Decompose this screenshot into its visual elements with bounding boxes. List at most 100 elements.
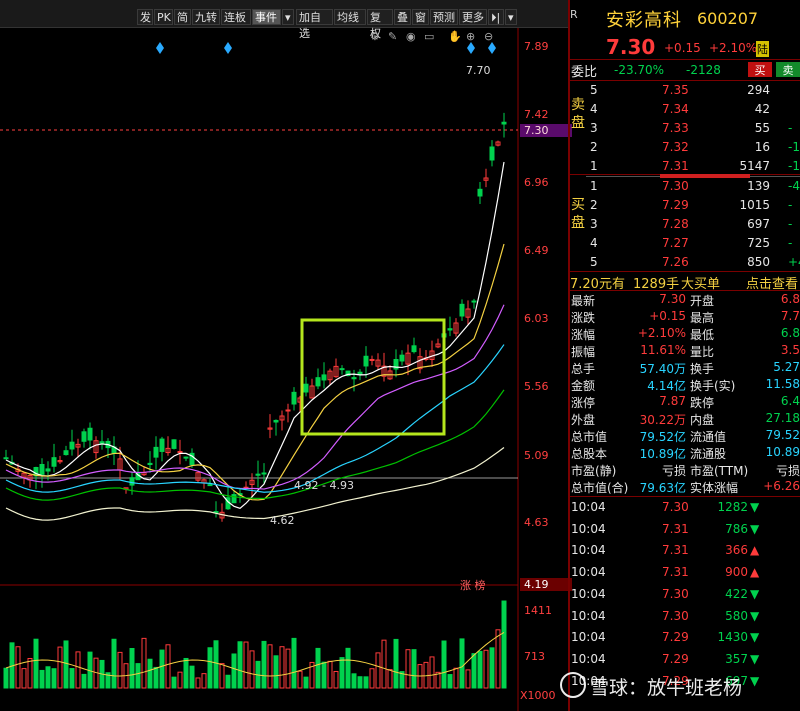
trade-price: 7.31: [662, 521, 689, 536]
candle-body: [231, 494, 237, 504]
volume-bar: [231, 653, 237, 689]
trade-row: 10:04 7.30 1282 ▼: [570, 497, 800, 518]
stat-row: 振幅 11.61% 量比 3.5: [570, 342, 800, 359]
toolbar-button-10[interactable]: 叠: [394, 9, 411, 25]
toolbar-button-0[interactable]: 发: [137, 9, 153, 25]
stat-row: 金额 4.14亿 换手(实) 11.58: [570, 376, 800, 393]
volume-bar: [225, 674, 231, 689]
volume-bar: [69, 668, 75, 689]
volume-bar: [3, 667, 9, 689]
volume-bar: [387, 669, 393, 689]
stat-key: 涨停: [571, 396, 596, 410]
stat-key: 市盈(静): [571, 464, 617, 478]
toolbar-button-7[interactable]: 加自选: [296, 9, 333, 40]
ma250-line: [5, 446, 505, 521]
volume-bar: [369, 668, 375, 689]
kline-chart[interactable]: [0, 28, 568, 711]
big-order-row[interactable]: 7.20元有 1289手 大买单 点击查看: [570, 273, 800, 292]
sell-level-row[interactable]: 3 7.33 55 -: [570, 120, 800, 137]
toolbar-button-14[interactable]: ⏵|: [488, 9, 504, 25]
event-marker: [156, 42, 164, 54]
buy-level-row[interactable]: 1 7.30 139 -4: [570, 178, 800, 195]
toolbar-button-9[interactable]: 复权: [367, 9, 393, 40]
volume-bar: [279, 646, 285, 689]
trade-volume: 1430: [717, 630, 748, 645]
buy-level-row[interactable]: 5 7.26 850 +4: [570, 254, 800, 271]
volume-bar: [303, 676, 309, 689]
candle-body: [183, 456, 189, 459]
volume-bar: [51, 668, 57, 689]
arrow-down-icon: ▼: [750, 651, 760, 666]
sell-button[interactable]: 卖: [776, 62, 800, 77]
buy-chg: -4: [788, 179, 800, 193]
stat-value: 10.89: [765, 445, 800, 459]
candle-body: [273, 419, 279, 423]
trade-time: 10:04: [571, 543, 606, 558]
toolbar-button-13[interactable]: 更多: [459, 9, 487, 25]
toolbar-button-4[interactable]: 连板: [221, 9, 251, 25]
zoom-in-icon[interactable]: ⊕: [466, 30, 475, 43]
volume-bar: [315, 647, 321, 689]
stat-key: 外盘: [571, 413, 596, 427]
volume-bar: [15, 646, 21, 689]
trade-price: 7.29: [662, 651, 689, 666]
sell-level-row[interactable]: 1 7.31 5147 -1: [570, 158, 800, 175]
sell-level-row[interactable]: 4 7.34 42: [570, 101, 800, 118]
buy-vol: 850: [747, 255, 770, 269]
stat-key: 金额: [571, 379, 596, 393]
stat-key: 市盈(TTM): [690, 464, 749, 478]
volume-bar: [243, 641, 249, 689]
toolbar-button-5[interactable]: 事件: [252, 9, 281, 25]
price-axis-label: 4.63: [524, 516, 549, 529]
toolbar-button-2[interactable]: 简: [174, 9, 191, 25]
stat-value: 6.8: [780, 326, 800, 340]
stat-value: 11.61%: [640, 343, 686, 357]
buy-button[interactable]: 买: [748, 62, 772, 77]
stat-row: 总市值 79.52亿 流通值 79.52: [570, 427, 800, 444]
candle-body: [291, 391, 297, 405]
arrow-up-icon: ▲: [750, 543, 760, 558]
sell-price: 7.32: [662, 140, 689, 154]
buy-level: 3: [590, 217, 598, 231]
volume-bar: [429, 656, 435, 689]
stat-value: 7.87: [659, 394, 686, 408]
message-icon[interactable]: ▭: [424, 30, 434, 43]
buy-level-row[interactable]: 2 7.29 1015 -: [570, 197, 800, 214]
zoom-out-icon[interactable]: ⊖: [484, 30, 493, 43]
volume-bar: [471, 653, 477, 689]
hand-icon[interactable]: ✋: [448, 30, 462, 43]
trade-volume: 366: [725, 543, 748, 558]
toolbar-button-15[interactable]: ▾: [505, 9, 517, 25]
sell-level-row[interactable]: 5 7.35 294: [570, 82, 800, 99]
stat-value: 27.18: [765, 411, 800, 425]
pen-icon[interactable]: ✎: [388, 30, 397, 43]
volume-bar: [327, 660, 333, 689]
sell-vol: 16: [754, 140, 770, 154]
settings-icon[interactable]: ⚙: [370, 30, 380, 43]
toolbar-button-11[interactable]: 窗: [412, 9, 429, 25]
buy-level-row[interactable]: 3 7.28 697 -: [570, 216, 800, 233]
eye-icon[interactable]: ◉: [406, 30, 416, 43]
candle-body: [285, 409, 291, 412]
stat-key: 量比: [690, 345, 715, 359]
trade-row: 10:04 7.30 422 ▼: [570, 584, 800, 605]
toolbar-button-8[interactable]: 均线: [334, 9, 366, 25]
buy-price: 7.30: [662, 179, 689, 193]
stat-value: 6.4: [780, 394, 800, 408]
toolbar-button-3[interactable]: 九转: [192, 9, 220, 25]
stat-row: 总股本 10.89亿 流通股 10.89: [570, 444, 800, 461]
sell-price: 7.34: [662, 102, 689, 116]
buy-level-row[interactable]: 4 7.27 725 -: [570, 235, 800, 252]
toolbar-button-6[interactable]: ▾: [282, 9, 294, 25]
toolbar-button-12[interactable]: 预测: [430, 9, 458, 25]
buy-vol: 1015: [739, 198, 770, 212]
candle-body: [399, 354, 405, 362]
stat-key: 最新: [571, 294, 596, 308]
volume-bar: [411, 649, 417, 689]
sell-level-row[interactable]: 2 7.32 16 -1: [570, 139, 800, 156]
watermark: 雪球：放牛班老杨: [560, 672, 742, 700]
toolbar-button-1[interactable]: PK: [154, 9, 173, 25]
candle-body: [51, 457, 57, 467]
trade-time: 10:04: [571, 630, 606, 645]
candle-body: [489, 146, 495, 161]
